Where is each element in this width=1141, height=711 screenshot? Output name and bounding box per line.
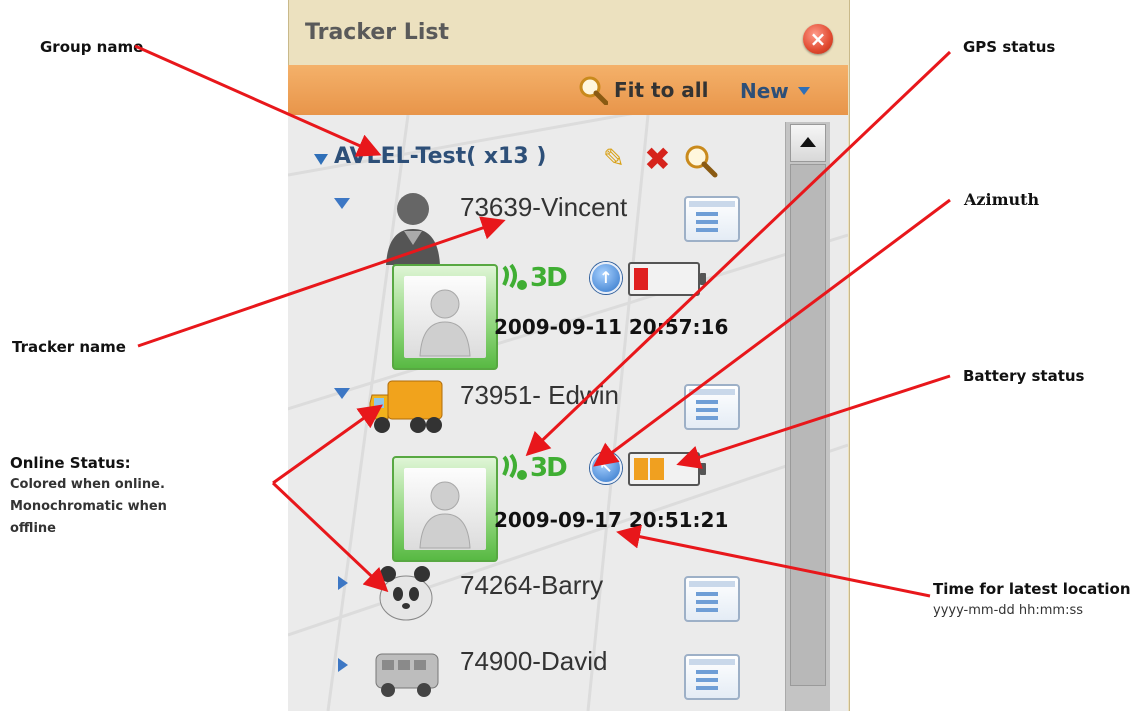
arrow-azimuth xyxy=(593,198,951,467)
arrow-online-status-panda xyxy=(271,481,389,593)
arrow-online-status-truck xyxy=(272,404,383,485)
arrow-time-latest xyxy=(616,524,931,598)
annotation-arrows xyxy=(134,44,952,598)
arrow-group-name xyxy=(134,44,382,157)
arrow-battery-status xyxy=(676,374,951,469)
arrow-tracker-name xyxy=(137,216,506,348)
arrow-gps-status xyxy=(525,50,952,457)
